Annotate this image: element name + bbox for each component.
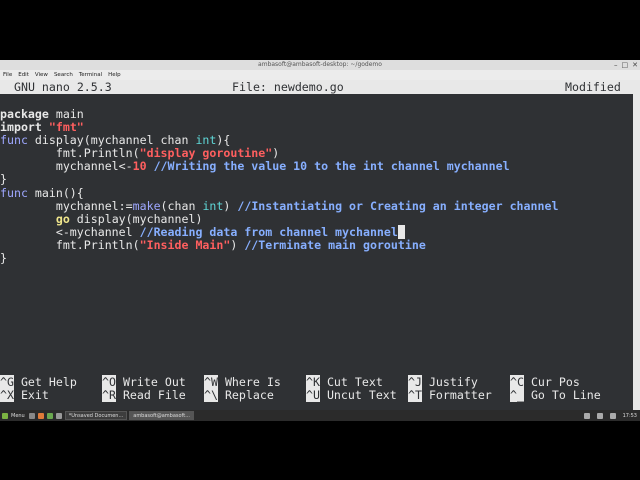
shortcut-exit[interactable]: ^X Exit [0, 388, 49, 402]
shortcut-row: ^X Exit ^R Read File ^\ Replace ^U Uncut… [0, 388, 633, 402]
shield-icon[interactable] [583, 412, 590, 419]
close-icon[interactable]: ✕ [632, 60, 638, 70]
code-line: mychannel<-10 //Writing the value 10 to … [55, 159, 510, 174]
volume-icon[interactable] [609, 412, 616, 419]
browser-icon[interactable] [37, 412, 44, 419]
text-cursor [397, 224, 405, 239]
menu-bar: File Edit View Search Terminal Help [0, 70, 640, 80]
nano-title-bar: GNU nano 2.5.3 File: newdemo.go Modified [0, 80, 633, 94]
system-tray: 17:53 [583, 412, 640, 419]
code-line: } [0, 251, 7, 266]
menu-help[interactable]: Help [108, 70, 121, 80]
menu-terminal[interactable]: Terminal [79, 70, 102, 80]
shortcut-uncut-text[interactable]: ^U Uncut Text [306, 388, 397, 402]
nano-version: GNU nano 2.5.3 [14, 80, 112, 94]
menu-edit[interactable]: Edit [18, 70, 29, 80]
menu-file[interactable]: File [3, 70, 12, 80]
menu-view[interactable]: View [35, 70, 48, 80]
terminal-launcher-icon[interactable] [55, 412, 62, 419]
terminal-window: ambasoft@ambasoft-desktop: ~/godemo – □ … [0, 60, 640, 421]
taskbar: Menu *Unsaved Documen... ambasoft@ambaso… [0, 410, 640, 421]
taskbar-item-terminal[interactable]: ambasoft@ambasoft... [129, 411, 194, 420]
menu-search[interactable]: Search [54, 70, 73, 80]
shortcut-replace[interactable]: ^\ Replace [204, 388, 274, 402]
code-line: } [0, 172, 7, 187]
window-title: ambasoft@ambasoft-desktop: ~/godemo [258, 61, 382, 68]
nano-editor[interactable]: GNU nano 2.5.3 File: newdemo.go Modified… [0, 80, 633, 410]
minimize-icon[interactable]: – [614, 60, 618, 70]
nano-filename: File: newdemo.go [232, 80, 344, 94]
code-line: package main [0, 107, 84, 121]
code-line: fmt.Println("Inside Main") //Terminate m… [55, 237, 426, 252]
shortcut-go-to-line[interactable]: ^_ Go To Line [510, 388, 601, 402]
start-menu-button[interactable]: Menu [0, 411, 27, 420]
maximize-icon[interactable]: □ [622, 60, 629, 70]
show-desktop-icon[interactable] [28, 412, 35, 419]
mint-logo-icon [2, 412, 8, 419]
window-titlebar[interactable]: ambasoft@ambasoft-desktop: ~/godemo – □ … [0, 60, 640, 70]
shortcut-formatter[interactable]: ^T Formatter [408, 388, 492, 402]
file-manager-icon[interactable] [46, 412, 53, 419]
code-area[interactable]: package main import "fmt" func display(m… [0, 107, 633, 266]
clock[interactable]: 17:53 [623, 413, 637, 419]
terminal-scrollbar[interactable] [633, 80, 640, 410]
nano-modified-status: Modified [565, 80, 621, 94]
taskbar-item-text-editor[interactable]: *Unsaved Documen... [64, 411, 128, 420]
network-icon[interactable] [596, 412, 603, 419]
shortcut-read-file[interactable]: ^R Read File [102, 388, 186, 402]
